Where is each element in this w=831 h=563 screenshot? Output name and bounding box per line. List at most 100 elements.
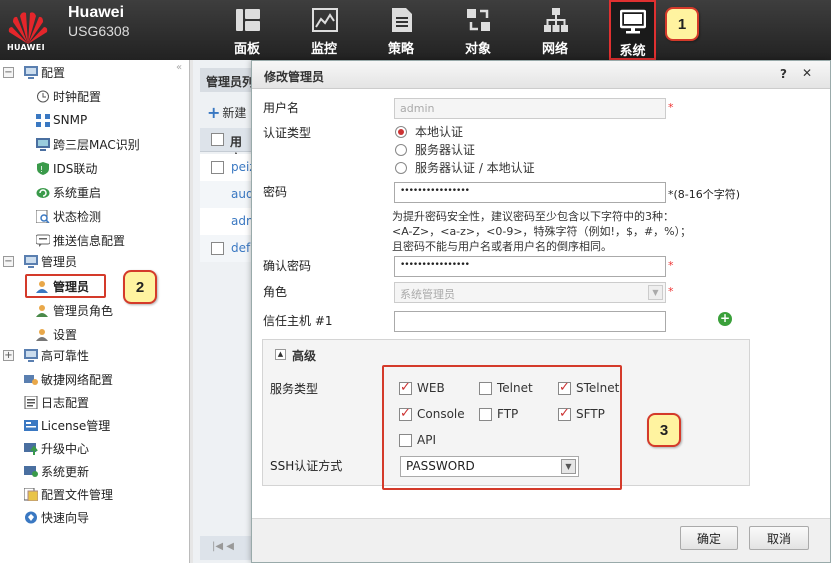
sidebar-item-update[interactable]: 系统更新 <box>24 461 89 481</box>
brand-name: Huawei <box>68 4 125 21</box>
collapse-sidebar-icon[interactable]: « <box>176 62 182 73</box>
callout-3: 3 <box>647 413 681 447</box>
password-input[interactable]: •••••••••••••••• <box>394 182 666 203</box>
admin-role-icon <box>36 304 48 317</box>
new-button[interactable]: + 新建 <box>207 103 246 122</box>
admin-group-icon <box>24 254 38 268</box>
expand-toggle-config[interactable]: − <box>3 67 14 78</box>
advanced-title: 高级 <box>292 349 317 363</box>
nav-object[interactable]: 对象 <box>443 0 513 60</box>
clock-icon <box>37 90 49 102</box>
password-hint-1: 为提升密码安全性，建议密码至少包含以下字符中的3种： <box>392 210 674 223</box>
push-message-icon <box>36 234 50 247</box>
sidebar-item-snmp[interactable]: SNMP <box>36 110 87 130</box>
list-header: 用户 <box>200 128 251 166</box>
sidebar-item-clock[interactable]: 时钟配置 <box>36 86 101 106</box>
dialog-titlebar: 修改管理员 ? ✕ <box>252 61 830 89</box>
radio-local-auth[interactable]: 本地认证 <box>395 123 463 140</box>
ids-icon: ! <box>37 161 49 175</box>
sidebar-item-restart[interactable]: 系统重启 <box>36 182 101 202</box>
snmp-icon <box>36 113 50 127</box>
agile-network-icon <box>24 374 38 385</box>
plus-icon: + <box>207 103 221 122</box>
dialog-title: 修改管理员 <box>264 70 325 84</box>
network-icon <box>544 8 568 32</box>
table-row[interactable]: adm <box>200 208 258 235</box>
system-monitor-icon <box>620 9 646 34</box>
edit-admin-dialog: 修改管理员 ? ✕ 用户名 admin * 认证类型 本地认证 服务器认证 服务… <box>251 60 831 563</box>
nav-monitor[interactable]: 监控 <box>289 0 359 60</box>
chevron-down-icon[interactable]: ▼ <box>648 285 663 300</box>
admin-list: peiz aud adm defa <box>200 154 258 262</box>
expand-toggle-ha[interactable]: + <box>3 350 14 361</box>
sidebar-item-log[interactable]: 日志配置 <box>24 392 89 412</box>
log-icon <box>24 395 38 409</box>
table-row[interactable]: defa <box>200 235 258 262</box>
expand-toggle-admin[interactable]: − <box>3 256 14 267</box>
highlight-service-type <box>382 365 622 490</box>
sidebar-item-push-message[interactable]: 推送信息配置 <box>36 230 125 250</box>
sidebar-item-admin-role[interactable]: 管理员角色 <box>36 300 113 320</box>
add-trusted-host-icon[interactable]: + <box>718 312 732 326</box>
sidebar-item-license[interactable]: License管理 <box>24 415 110 435</box>
password-hint-2: <A-Z>，<a-z>，<0-9>，特殊字符（例如!，$，#，%）； <box>392 225 692 238</box>
help-icon[interactable]: ? <box>780 67 787 81</box>
close-icon[interactable]: ✕ <box>802 66 812 80</box>
config-file-icon <box>24 487 38 501</box>
nav-network[interactable]: 网络 <box>520 0 590 60</box>
sidebar-item-upgrade[interactable]: 升级中心 <box>24 438 89 458</box>
svg-text:!: ! <box>40 165 43 174</box>
nav-dashboard[interactable]: 面板 <box>212 0 282 60</box>
mac-icon <box>36 137 50 151</box>
collapse-advanced-icon[interactable]: ▲ <box>275 349 286 360</box>
sidebar-item-settings[interactable]: 设置 <box>36 324 77 344</box>
role-select[interactable]: 系统管理员 ▼ <box>394 282 666 303</box>
sidebar-item-status-check[interactable]: 状态检测 <box>36 206 101 226</box>
auth-type-label: 认证类型 <box>263 126 312 140</box>
sidebar-item-config[interactable]: 配置 <box>24 62 65 82</box>
select-all-checkbox[interactable] <box>211 133 224 146</box>
callout-1: 1 <box>665 7 699 41</box>
trusted-host-input[interactable] <box>394 311 666 332</box>
nav-system[interactable]: 系统 <box>609 0 656 60</box>
password-label: 密码 <box>263 185 288 199</box>
license-icon <box>24 419 38 431</box>
sidebar-item-config-file[interactable]: 配置文件管理 <box>24 484 113 504</box>
ha-icon <box>24 348 38 362</box>
top-bar: HUAWEI Huawei USG6308 面板 监控 策略 对象 网络 系统 <box>0 0 831 60</box>
sidebar-item-wizard[interactable]: 快速向导 <box>24 507 89 527</box>
dialog-footer: 确定 取消 <box>252 518 830 562</box>
pager[interactable]: |◀ ◀ <box>200 536 251 560</box>
radio-server-local-auth[interactable]: 服务器认证 / 本地认证 <box>395 159 535 176</box>
ssh-auth-label: SSH认证方式 <box>270 459 343 473</box>
policy-document-icon <box>392 8 412 32</box>
monitor-chart-icon <box>312 8 338 32</box>
table-row[interactable]: peiz <box>200 154 256 181</box>
service-type-label: 服务类型 <box>270 382 319 396</box>
upgrade-icon <box>24 442 38 455</box>
username-label: 用户名 <box>263 101 300 115</box>
settings-icon <box>36 328 48 341</box>
object-icon <box>467 9 490 31</box>
password-rule: *(8-16个字符) <box>668 188 741 201</box>
callout-2: 2 <box>123 270 157 304</box>
ok-button[interactable]: 确定 <box>680 526 738 550</box>
sidebar-item-admin-group[interactable]: 管理员 <box>24 251 77 271</box>
wizard-icon <box>25 511 37 523</box>
sidebar-item-ha[interactable]: 高可靠性 <box>24 345 89 365</box>
role-label: 角色 <box>263 285 288 299</box>
sidebar-item-ids[interactable]: ! IDS联动 <box>36 158 97 178</box>
confirm-password-input[interactable]: •••••••••••••••• <box>394 256 666 277</box>
cancel-button[interactable]: 取消 <box>749 526 809 550</box>
sidebar-item-agile-network[interactable]: 敏捷网络配置 <box>24 369 113 389</box>
update-icon <box>24 465 38 477</box>
radio-server-auth[interactable]: 服务器认证 <box>395 141 475 158</box>
sidebar-item-mac[interactable]: 跨三层MAC识别 <box>36 134 140 154</box>
status-check-icon <box>36 209 50 223</box>
table-row[interactable]: aud <box>200 181 254 208</box>
nav-policy[interactable]: 策略 <box>366 0 436 60</box>
device-model: USG6308 <box>68 23 130 39</box>
trusted-host-label: 信任主机 #1 <box>263 314 333 328</box>
username-input[interactable]: admin <box>394 98 666 119</box>
password-hint-3: 且密码不能与用户名或者用户名的倒序相同。 <box>392 240 612 253</box>
